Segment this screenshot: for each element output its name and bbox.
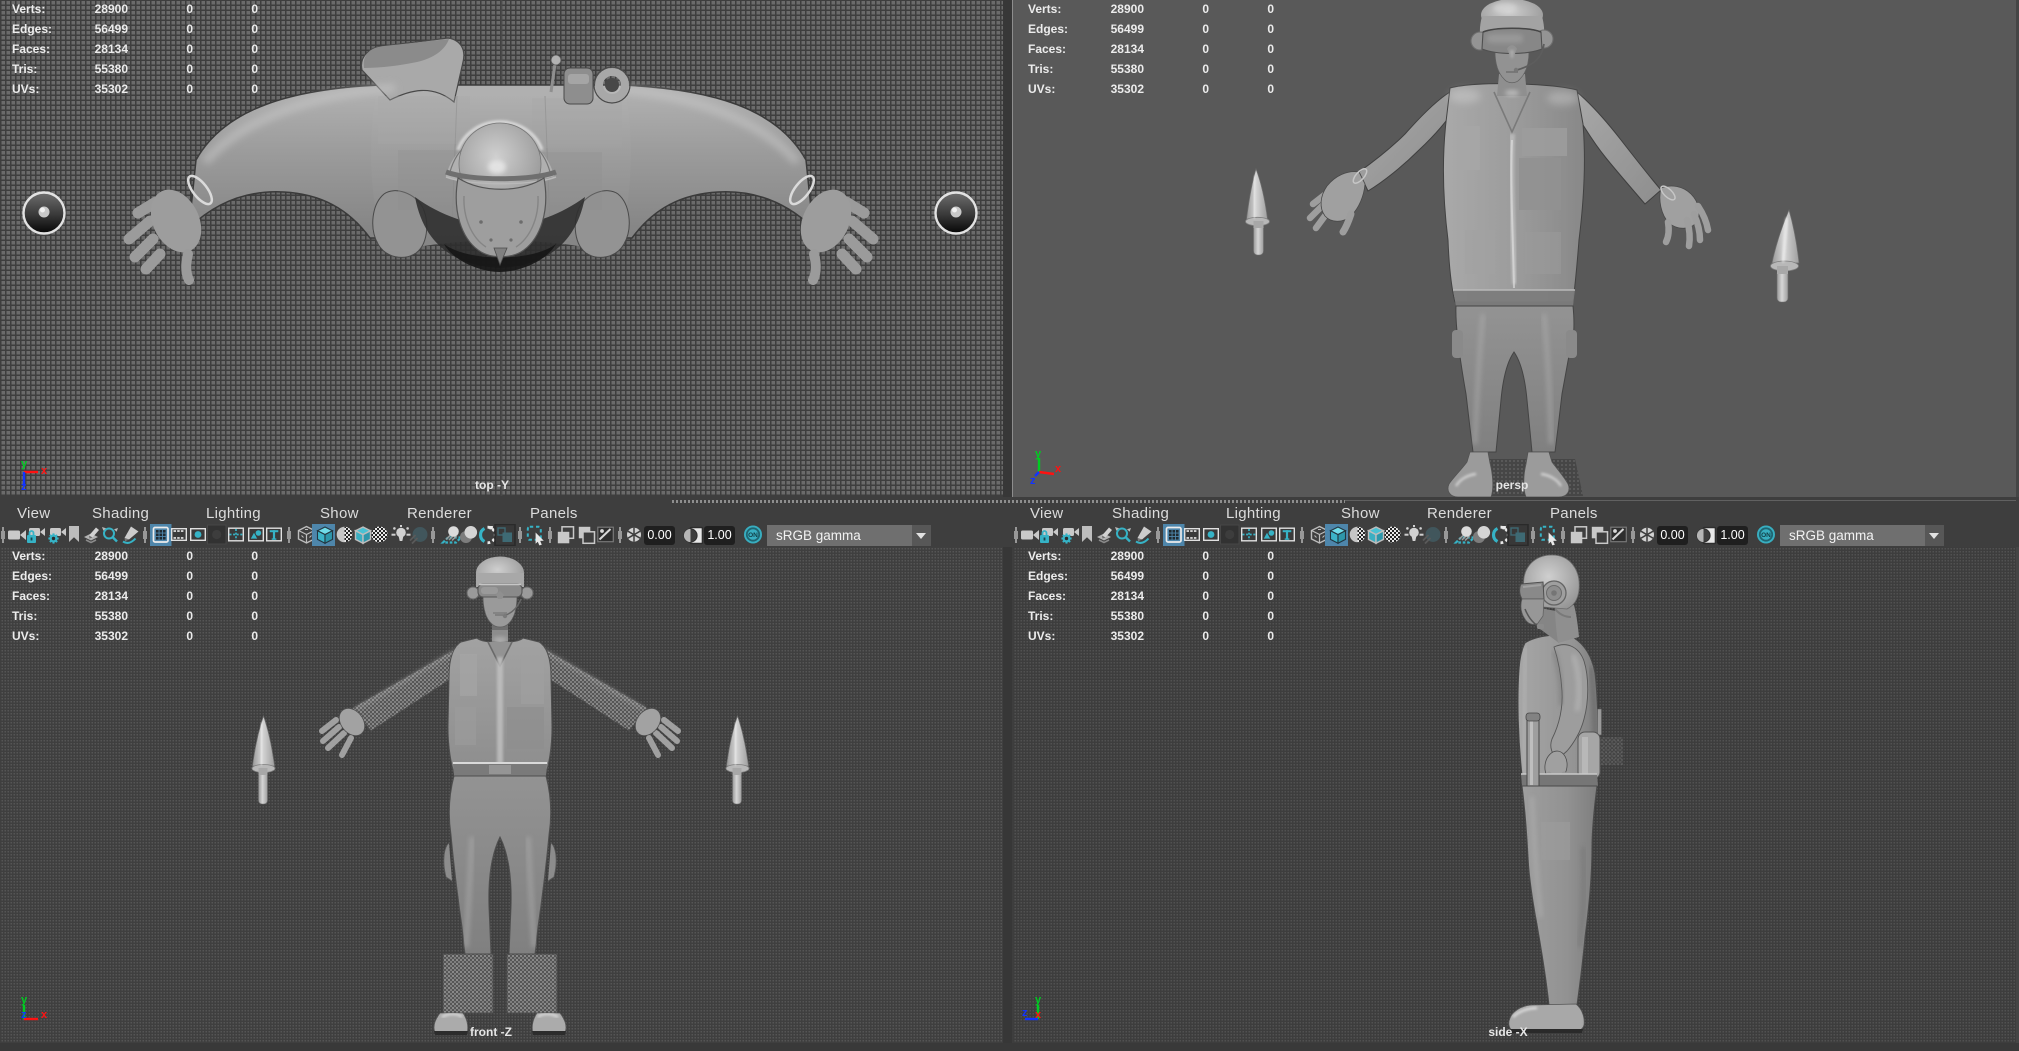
svg-text:x: x — [1055, 463, 1062, 475]
svg-text:y: y — [21, 994, 28, 1006]
svg-text:x: x — [41, 465, 48, 477]
svg-text:x: x — [41, 1009, 48, 1021]
svg-text:z: z — [21, 481, 27, 491]
svg-text:z: z — [1030, 475, 1036, 487]
svg-text:z: z — [1022, 1007, 1028, 1019]
svg-text:y: y — [1035, 450, 1042, 460]
svg-text:y: y — [21, 458, 28, 470]
svg-text:x: x — [1035, 1009, 1042, 1021]
svg-text:y: y — [1035, 994, 1042, 1006]
svg-text:z: z — [21, 1009, 27, 1021]
